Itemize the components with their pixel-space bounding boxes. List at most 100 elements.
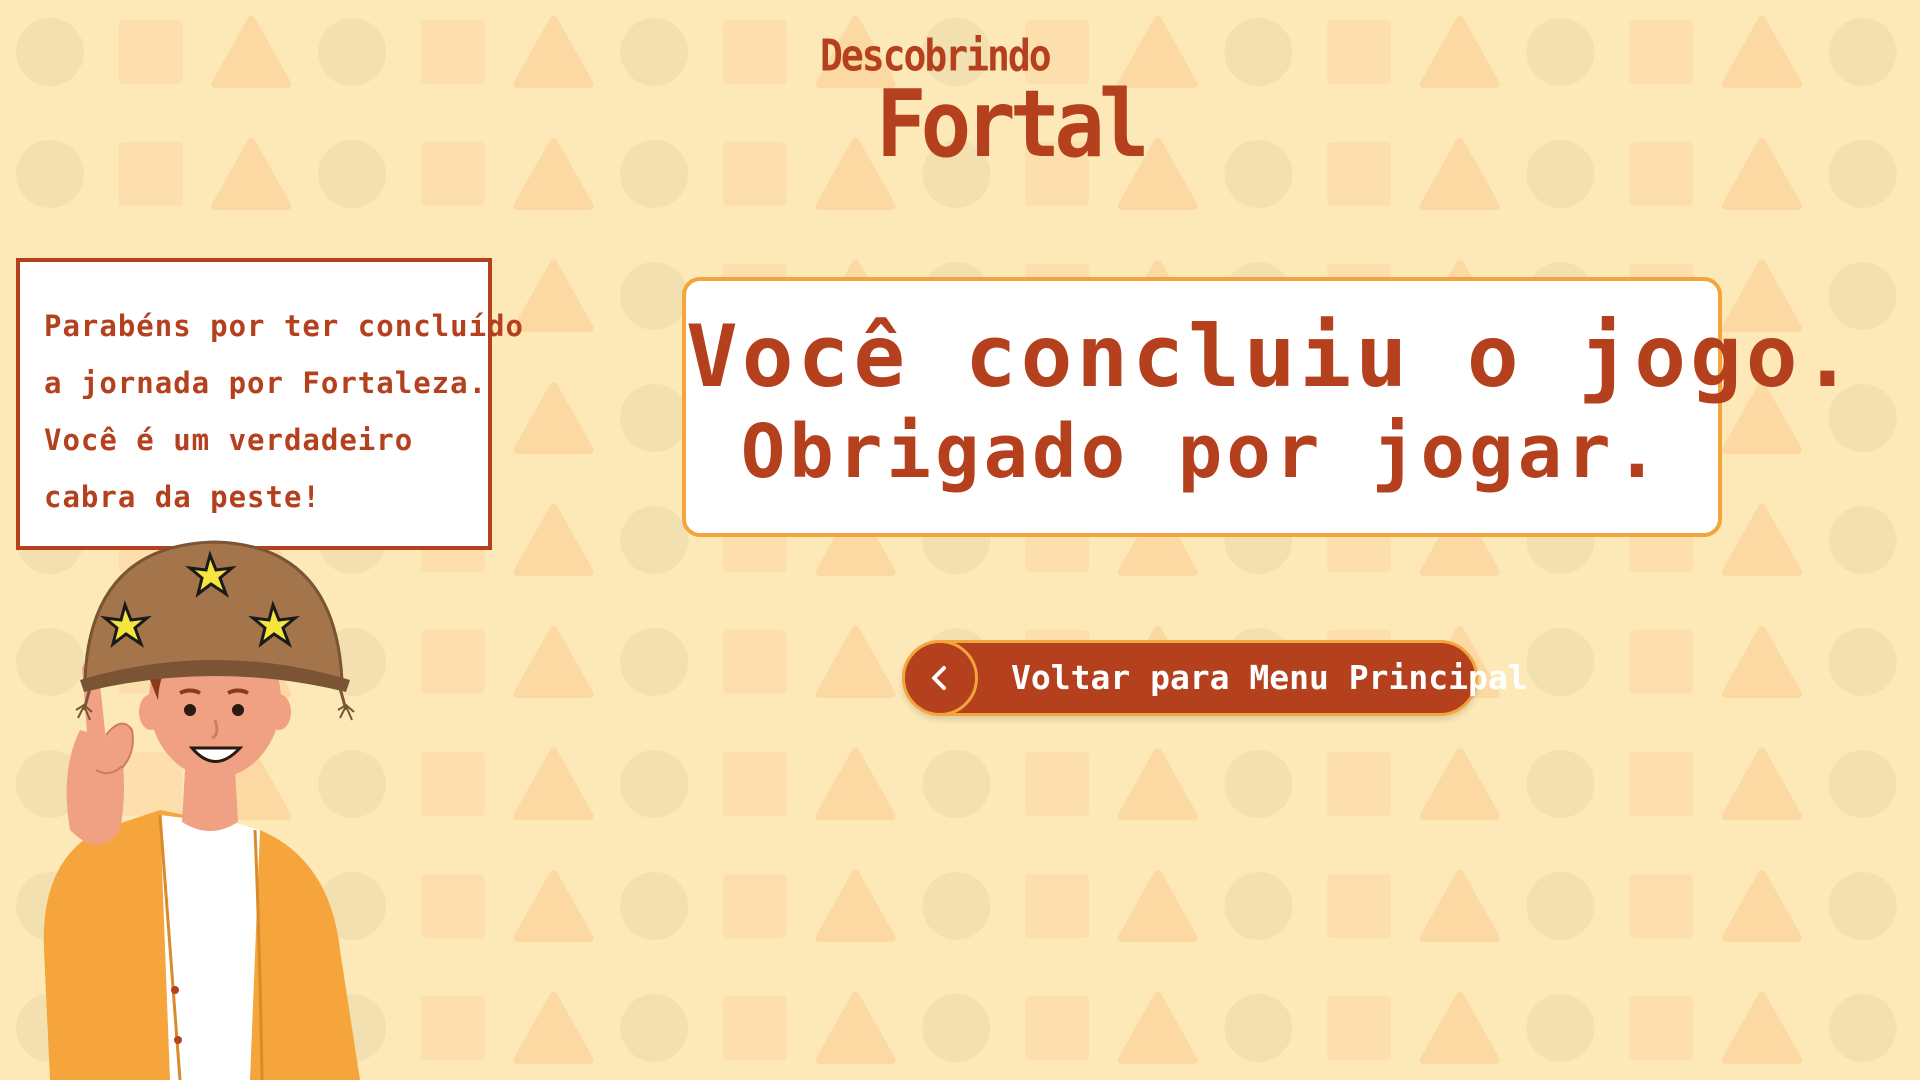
background-shape [722,752,787,816]
background-shape [1419,992,1500,1064]
background-shape [513,748,594,820]
background-shape [1025,996,1089,1060]
background-shape [1629,874,1694,938]
background-shape [1629,996,1694,1060]
background-shape [1419,16,1500,88]
background-shape [1828,994,1897,1062]
background-shape [1419,138,1500,210]
background-shape [1526,872,1595,940]
background-shape [420,996,485,1060]
background-shape [513,504,594,576]
background-shape [722,996,787,1060]
game-logo: Descobrindo Fortal [820,30,1149,178]
background-shape [420,874,485,938]
background-shape [1117,748,1198,820]
background-shape [420,20,485,84]
completion-message-title: Você concluiu o jogo. [686,307,1858,407]
back-to-main-menu-button[interactable]: Voltar para Menu Principal [902,640,1528,716]
background-shape [318,18,387,86]
background-shape [1419,870,1500,942]
background-shape [420,630,485,694]
background-shape [513,138,594,210]
background-shape [16,140,84,208]
background-shape [620,384,689,452]
background-shape [1224,18,1293,86]
background-shape [722,874,787,938]
background-shape [1721,504,1802,576]
background-shape [620,750,689,818]
background-shape [1025,874,1089,938]
background-shape [1828,18,1897,86]
background-shape [722,142,787,206]
background-shape [513,16,594,88]
background-shape [513,870,594,942]
background-shape [211,138,292,210]
background-shape [1721,748,1802,820]
background-shape [1327,20,1392,84]
background-shape [118,142,183,206]
background-shape [1526,18,1595,86]
background-shape [922,872,991,940]
background-shape [513,992,594,1064]
background-shape [1629,142,1694,206]
background-shape [420,142,485,206]
background-shape [211,16,292,88]
background-shape [620,506,689,574]
background-shape [1629,20,1694,84]
background-shape [1526,994,1595,1062]
background-shape [1327,996,1392,1060]
speech-line-1: Parabéns por ter concluído [44,309,524,343]
background-shape [922,750,991,818]
background-shape [420,752,485,816]
background-shape [1629,630,1694,694]
back-to-main-menu-label: Voltar para Menu Principal [1011,658,1528,697]
background-shape [1419,748,1500,820]
background-shape [1721,992,1802,1064]
background-shape [1526,140,1595,208]
background-shape [620,18,689,86]
background-shape [620,628,689,696]
background-shape [1721,626,1802,698]
background-shape [722,630,787,694]
background-shape [1224,872,1293,940]
background-shape [1526,750,1595,818]
background-shape [815,870,896,942]
speech-box: Parabéns por ter concluído a jornada por… [16,258,524,550]
background-shape [1828,872,1897,940]
background-shape [620,994,689,1062]
completion-message-card: Você concluiu o jogo. Obrigado por jogar… [682,277,1858,537]
completion-message-subtitle: Obrigado por jogar. [740,409,1664,495]
speech-line-4: cabra da peste! [44,480,321,514]
background-shape [1828,140,1897,208]
background-shape [1828,628,1897,696]
background-shape [1828,750,1897,818]
background-shape [318,140,387,208]
background-shape [815,748,896,820]
background-shape [1828,506,1897,574]
background-shape [1721,138,1802,210]
background-shape [1327,142,1392,206]
background-shape [118,20,183,84]
background-shape [513,626,594,698]
background-shape [722,20,787,84]
background-shape [1117,870,1198,942]
background-shape [1224,994,1293,1062]
background-shape [1025,752,1089,816]
speech-line-3: Você é um verdadeiro [44,423,414,457]
background-shape [1117,992,1198,1064]
background-shape [620,262,689,330]
background-shape [1327,752,1392,816]
background-shape [1629,752,1694,816]
background-shape [1224,750,1293,818]
chevron-left-icon [902,640,978,716]
speech-line-2: a jornada por Fortaleza. [44,366,488,400]
background-shape [922,994,991,1062]
cangaceiro-boy-character [43,540,360,1080]
background-shape [1721,870,1802,942]
background-shape [815,992,896,1064]
background-shape [1224,140,1293,208]
background-shape [815,626,896,698]
background-shape [1721,16,1802,88]
background-shape [513,260,594,332]
background-shape [16,18,84,86]
